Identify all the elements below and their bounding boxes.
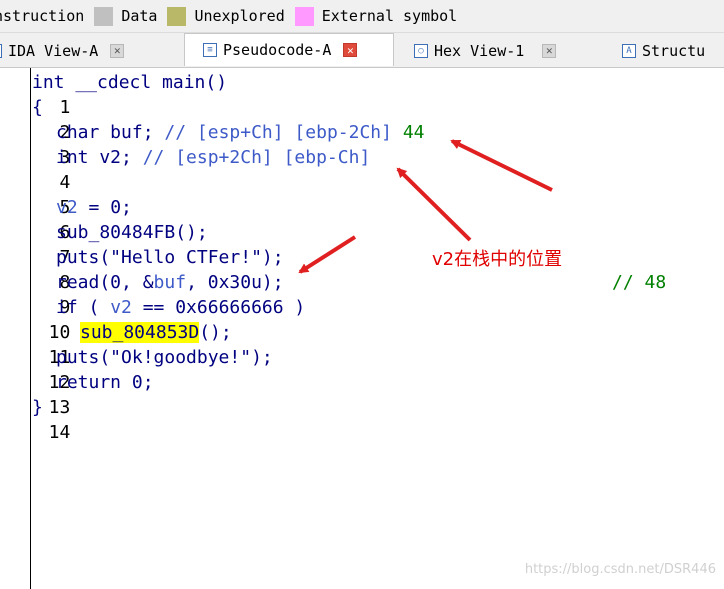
legend-label-external-symbol: External symbol bbox=[321, 7, 458, 25]
size-comment: // 48 bbox=[612, 272, 667, 293]
line-number: 14 bbox=[48, 422, 71, 443]
code-text: sub_80484FB(); bbox=[56, 222, 208, 243]
tab-label: IDA View-A bbox=[8, 41, 99, 60]
code-text: { bbox=[32, 97, 43, 118]
tab-structures[interactable]: A Structu bbox=[622, 35, 724, 66]
legend-swatch-data bbox=[94, 6, 114, 26]
code-line-10[interactable]: 10 if ( v2 == 0x66666666 ) bbox=[0, 295, 306, 343]
code-text: puts("Hello CTFer!"); bbox=[56, 247, 284, 268]
declaration-buf: char buf; bbox=[56, 122, 154, 143]
tab-ida-view-a[interactable]: ▪ IDA View-A ✕ bbox=[0, 35, 174, 66]
view-tab-bar: ▪ IDA View-A ✕ ≡ Pseudocode-A ✕ ○ Hex Vi… bbox=[0, 33, 724, 68]
watermark: https://blog.csdn.net/DSR446 bbox=[524, 562, 716, 577]
declaration-v2: int v2; bbox=[56, 147, 132, 168]
code-line-9[interactable]: 9 read(0, &buf, 0x30u); // 48 bbox=[0, 270, 666, 318]
legend-swatch-unexplored bbox=[167, 6, 187, 26]
code-text: puts("Ok!goodbye!"); bbox=[56, 347, 273, 368]
tab-label: Structu bbox=[642, 41, 706, 60]
variable-v2: v2 bbox=[56, 197, 78, 218]
hex-view-icon: ○ bbox=[414, 43, 428, 58]
highlighted-function-call[interactable]: sub_804853D bbox=[80, 322, 200, 343]
color-legend-bar: nstruction Data Unexplored External symb… bbox=[0, 0, 724, 33]
code-line-2[interactable]: 2 { bbox=[0, 95, 70, 143]
close-icon[interactable]: ✕ bbox=[343, 43, 358, 57]
legend-item-unexplored: Unexplored bbox=[157, 6, 285, 26]
offset-number: 44 bbox=[402, 122, 425, 143]
annotation-label: v2在栈中的位置 bbox=[432, 249, 563, 270]
code-text: return 0; bbox=[56, 372, 154, 393]
code-fragment: (); bbox=[199, 322, 232, 343]
code-line-12[interactable]: 12 puts("Ok!goodbye!"); bbox=[0, 345, 273, 393]
legend-item-external-symbol: External symbol bbox=[285, 6, 458, 26]
tab-pseudocode-a[interactable]: ≡ Pseudocode-A ✕ bbox=[184, 33, 394, 66]
close-icon[interactable]: ✕ bbox=[110, 43, 125, 58]
variable-v2: v2 bbox=[110, 297, 132, 318]
code-fragment: == 0x66666666 ) bbox=[131, 297, 306, 318]
code-line-14[interactable]: 14 } bbox=[0, 395, 70, 443]
pseudocode-editor[interactable]: 1 int __cdecl main() 2 { 3 char buf; // … bbox=[0, 68, 724, 589]
legend-item-instruction: nstruction bbox=[0, 7, 84, 25]
code-fragment: , 0x30u); bbox=[186, 272, 284, 293]
pseudocode-icon: ≡ bbox=[203, 43, 217, 57]
code-text: int v2; // [esp+2Ch] [ebp-Ch] bbox=[56, 145, 370, 170]
code-line-4[interactable]: 4 int v2; // [esp+2Ch] [ebp-Ch] bbox=[0, 145, 370, 193]
variable-buf: buf bbox=[153, 272, 187, 293]
code-text: } bbox=[32, 397, 43, 418]
code-line-3[interactable]: 3 char buf; // [esp+Ch] [ebp-2Ch] 44 bbox=[0, 120, 425, 168]
code-line-5[interactable]: 5 bbox=[0, 170, 71, 218]
stack-offset-comment: // [esp+Ch] [ebp-2Ch] bbox=[164, 122, 392, 143]
legend-swatch-external-symbol bbox=[294, 6, 314, 26]
code-text: int __cdecl main() bbox=[32, 72, 228, 93]
code-text: read(0, &buf, 0x30u); bbox=[56, 270, 284, 295]
code-line-6[interactable]: 6 v2 = 0; bbox=[0, 195, 132, 243]
code-line-11[interactable]: 11 sub_804853D(); bbox=[0, 320, 232, 368]
close-icon[interactable]: ✕ bbox=[542, 43, 557, 58]
legend-label-data: Data bbox=[121, 7, 158, 25]
legend-label-unexplored: Unexplored bbox=[194, 7, 285, 25]
code-text: char buf; // [esp+Ch] [ebp-2Ch] 44 bbox=[56, 120, 425, 145]
legend-item-data: Data bbox=[84, 6, 158, 26]
code-fragment: read(0, & bbox=[56, 272, 154, 293]
code-line-8[interactable]: 8 puts("Hello CTFer!"); bbox=[0, 245, 284, 293]
code-fragment: if ( bbox=[56, 297, 111, 318]
legend-label-instruction: nstruction bbox=[0, 7, 85, 25]
graph-view-icon: ▪ bbox=[0, 43, 2, 58]
stack-offset-comment: // [esp+2Ch] [ebp-Ch] bbox=[142, 147, 371, 168]
structures-icon: A bbox=[622, 43, 636, 58]
code-line-1[interactable]: 1 int __cdecl main() bbox=[0, 70, 227, 118]
code-line-7[interactable]: 7 sub_80484FB(); bbox=[0, 220, 208, 268]
tab-label: Pseudocode-A bbox=[223, 41, 332, 59]
code-text: sub_804853D(); bbox=[80, 320, 232, 345]
code-fragment: = 0; bbox=[77, 197, 132, 218]
tab-hex-view-1[interactable]: ○ Hex View-1 ✕ bbox=[414, 35, 594, 66]
code-text: if ( v2 == 0x66666666 ) bbox=[56, 295, 305, 320]
code-text: v2 = 0; bbox=[56, 195, 132, 220]
code-line-13[interactable]: 13 return 0; bbox=[0, 370, 154, 418]
tab-label: Hex View-1 bbox=[434, 41, 525, 60]
